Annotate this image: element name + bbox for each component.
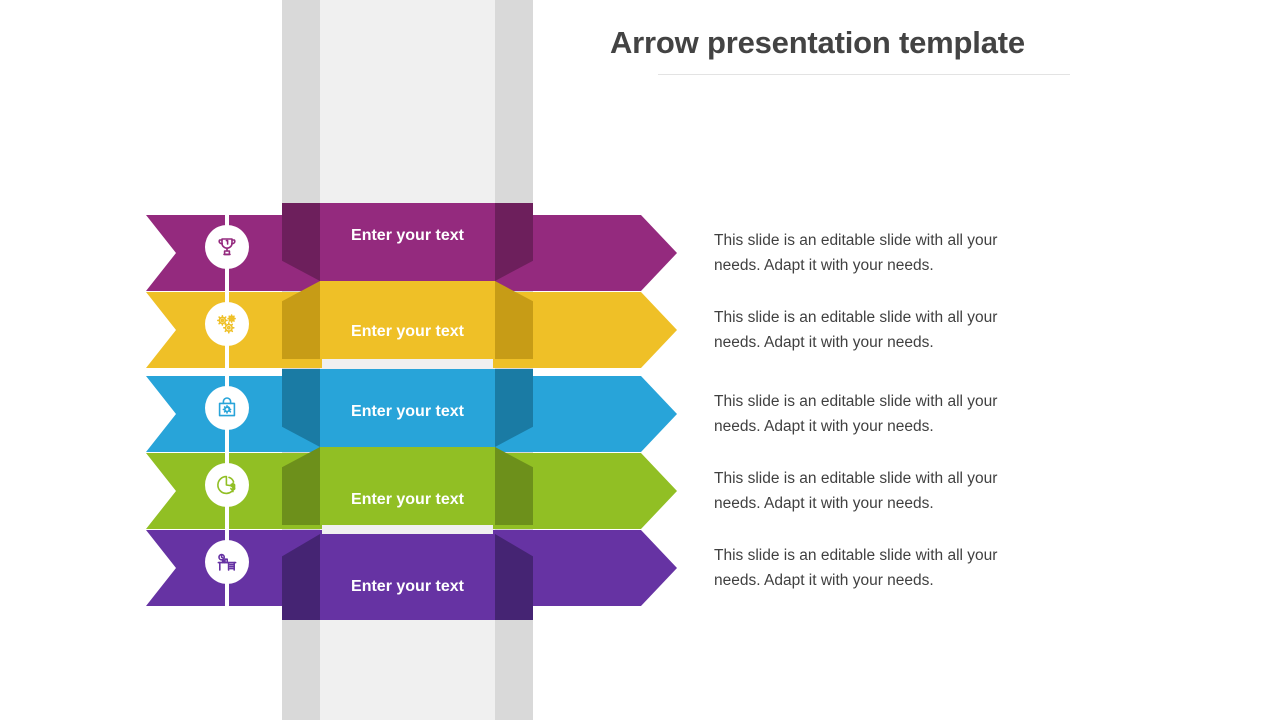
step-description: This slide is an editable slide with all… [714,470,998,512]
arrow-panel-label: Enter your text [351,491,464,508]
slide-canvas: Arrow presentation template Enter your t… [0,0,1280,720]
step-description: This slide is an editable slide with all… [714,232,998,274]
gears-icon [214,311,240,337]
trophy-icon [214,234,240,260]
step-icon-badge[interactable] [205,225,249,269]
shopping-bag-icon [214,395,240,421]
arrow-row[interactable] [0,453,1280,529]
arrow-panel-label: Enter your text [351,323,464,340]
title-underline [658,74,1070,75]
arrow-row[interactable] [0,215,1280,291]
arrow-row[interactable] [0,530,1280,606]
arrow-panel-label: Enter your text [351,227,464,244]
step-description: This slide is an editable slide with all… [714,309,998,351]
arrow-center-panel[interactable]: Enter your text [320,369,495,447]
step-icon-badge[interactable] [205,540,249,584]
arrow-center-panel[interactable]: Enter your text [320,203,495,281]
arrow-center-panel[interactable]: Enter your text [320,281,495,359]
step-icon-badge[interactable] [205,463,249,507]
arrow-row[interactable] [0,292,1280,368]
page-title: Arrow presentation template [610,25,1025,60]
arrow-center-panel[interactable]: Enter your text [320,534,495,620]
arrow-center-panel[interactable]: Enter your text [320,447,495,525]
step-description: This slide is an editable slide with all… [714,547,998,589]
arrow-row[interactable] [0,376,1280,452]
arrow-panel-label: Enter your text [351,403,464,420]
step-icon-badge[interactable] [205,302,249,346]
step-icon-badge[interactable] [205,386,249,430]
step-description: This slide is an editable slide with all… [714,393,998,435]
pie-chart-dollar-icon [214,472,240,498]
arrow-panel-label: Enter your text [351,578,464,595]
desk-workspace-icon [214,549,240,575]
